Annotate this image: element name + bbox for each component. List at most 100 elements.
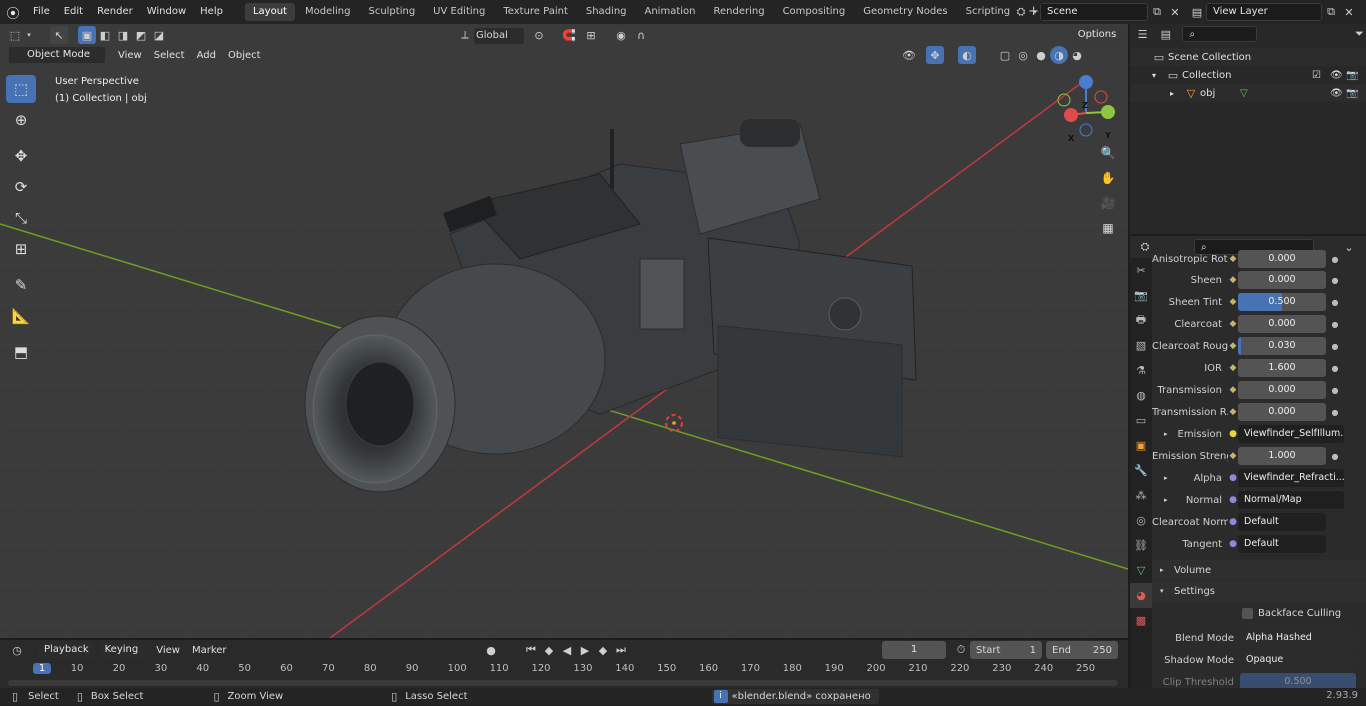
viewport-menu-view[interactable]: View	[112, 50, 148, 61]
tangent-field[interactable]: Default	[1238, 535, 1326, 553]
viewport-3d[interactable]: Z Y X ⬚ ▾ ↖ ▣ ◧ ◨ ◩ ◪ ⟂ Global ⊙ 🧲 ⊞ ◉ ∩…	[0, 24, 1128, 638]
scene-tab-icon[interactable]: ⚗	[1130, 358, 1152, 383]
transmission-roughness-field[interactable]: 0.000	[1238, 403, 1326, 421]
collection-tab-icon[interactable]: ▭	[1130, 408, 1152, 433]
prev-keyframe-icon[interactable]: ◆	[540, 641, 558, 659]
tab-rendering[interactable]: Rendering	[705, 3, 772, 21]
copy-scene-icon[interactable]: ⧉	[1148, 3, 1166, 21]
constraints-tab-icon[interactable]: ⛓	[1130, 533, 1152, 558]
value-socket-icon[interactable]: ●	[1228, 473, 1238, 483]
anisotropic-rotation-field[interactable]: 0.000	[1238, 250, 1326, 268]
current-frame-marker[interactable]: 1	[33, 663, 51, 674]
tab-sculpting[interactable]: Sculpting	[360, 3, 423, 21]
keyframe-dot-icon[interactable]: ◆	[1228, 319, 1238, 329]
measure-tool-icon[interactable]: 📐	[6, 302, 36, 330]
animate-dot-icon[interactable]: ●	[1326, 452, 1344, 461]
gizmo-toggle-icon[interactable]: ✥	[926, 46, 944, 64]
pivot-point-icon[interactable]: ⊙	[530, 26, 548, 44]
copy-view-layer-icon[interactable]: ⧉	[1322, 3, 1340, 21]
camera-icon[interactable]: 📷	[1346, 70, 1358, 81]
object-tab-icon[interactable]: ▣	[1130, 433, 1152, 458]
volume-panel-header[interactable]: ▸ Volume	[1152, 560, 1366, 580]
timeline-view-menu[interactable]: View	[150, 645, 186, 656]
select-box-tool-icon[interactable]: ⬚	[6, 75, 36, 103]
editor-type-icon[interactable]: ⬚	[6, 26, 24, 44]
eye-icon[interactable]: 👁	[1330, 70, 1343, 81]
viewport-menu-object[interactable]: Object	[222, 50, 267, 61]
scene-icon[interactable]: ⛭	[1012, 3, 1030, 21]
start-frame-field[interactable]: Start 1	[970, 641, 1042, 659]
timeline-scrollbar[interactable]	[8, 680, 1118, 686]
expand-arrow-icon[interactable]: ▾	[1152, 71, 1164, 80]
blender-logo-icon[interactable]: ⦿	[0, 3, 26, 22]
keyframe-dot-icon[interactable]: ◆	[1228, 363, 1238, 373]
sheen-field[interactable]: 0.000	[1238, 271, 1326, 289]
color-socket-icon[interactable]: ●	[1228, 429, 1238, 439]
material-shading-icon[interactable]: ◑	[1050, 46, 1068, 64]
record-icon[interactable]: ●	[482, 641, 500, 659]
frame-ruler[interactable]: 1 10 20 30 40 50 60 70 80 90 100 110 120 130 140 150 160…	[0, 662, 1128, 678]
viewport-menu-select[interactable]: Select	[148, 50, 191, 61]
animate-dot-icon[interactable]: ●	[1326, 386, 1344, 395]
modifier-tab-icon[interactable]: 🔧	[1130, 458, 1152, 483]
select-mode-new-icon[interactable]: ▣	[78, 26, 96, 44]
animate-dot-icon[interactable]: ●	[1326, 276, 1344, 285]
output-tab-icon[interactable]: 🖶	[1130, 308, 1152, 333]
keying-menu[interactable]: Keying	[98, 641, 145, 659]
tab-geometry-nodes[interactable]: Geometry Nodes	[855, 3, 955, 21]
expand-arrow-icon[interactable]: ▸	[1170, 89, 1182, 98]
outliner-row-collection[interactable]: ▾ ▭ Collection ☑ 👁 📷	[1130, 66, 1366, 84]
keyframe-dot-icon[interactable]: ◆	[1228, 254, 1238, 264]
mode-dropdown[interactable]: Object Mode	[8, 46, 106, 64]
outliner-row-obj[interactable]: ▸ ▽ obj ▽ 👁 📷	[1130, 84, 1366, 102]
cursor-tool-icon[interactable]: ⊕	[6, 106, 36, 134]
menu-render[interactable]: Render	[90, 0, 140, 24]
outliner-row-scene-collection[interactable]: ▭ Scene Collection	[1130, 48, 1366, 66]
clearcoat-field[interactable]: 0.000	[1238, 315, 1326, 333]
snap-icon[interactable]: 🧲	[560, 26, 578, 44]
xray-toggle-icon[interactable]: ▢	[996, 46, 1014, 64]
select-tool-icon[interactable]: ↖	[50, 26, 68, 44]
transmission-field[interactable]: 0.000	[1238, 381, 1326, 399]
animate-dot-icon[interactable]: ●	[1326, 408, 1344, 417]
move-tool-icon[interactable]: ✥	[6, 142, 36, 170]
select-mode-extend-icon[interactable]: ◧	[96, 26, 114, 44]
keyframe-dot-icon[interactable]: ◆	[1228, 297, 1238, 307]
annotate-tool-icon[interactable]: ✎	[6, 271, 36, 299]
pan-hand-icon[interactable]: ✋	[1097, 167, 1119, 189]
keyframe-dot-icon[interactable]: ◆	[1228, 407, 1238, 417]
keyframe-dot-icon[interactable]: ◆	[1228, 341, 1238, 351]
select-mode-subtract-icon[interactable]: ◨	[114, 26, 132, 44]
normal-link-field[interactable]: Normal/Map	[1238, 491, 1344, 509]
vector-socket-icon[interactable]: ●	[1228, 517, 1238, 527]
play-reverse-icon[interactable]: ◀	[558, 641, 576, 659]
add-cube-tool-icon[interactable]: ⬒	[6, 338, 36, 366]
perspective-toggle-icon[interactable]: ▦	[1097, 217, 1119, 239]
material-tab-icon[interactable]: ◕	[1130, 583, 1152, 608]
camera-view-icon[interactable]: 🎥	[1097, 192, 1119, 214]
checkbox-icon[interactable]: ☑	[1312, 70, 1321, 81]
viewport-menu-add[interactable]: Add	[191, 50, 222, 61]
ior-field[interactable]: 1.600	[1238, 359, 1326, 377]
solid-shading-icon[interactable]: ●	[1032, 46, 1050, 64]
view-layer-field[interactable]: View Layer	[1206, 3, 1322, 21]
blend-mode-dropdown[interactable]: Alpha Hashed	[1240, 629, 1356, 647]
vector-socket-icon[interactable]: ●	[1228, 495, 1238, 505]
mesh-data-icon[interactable]: ▽	[1240, 88, 1248, 99]
display-mode-icon[interactable]: ▤	[1159, 25, 1172, 43]
tab-shading[interactable]: Shading	[578, 3, 635, 21]
shadow-mode-dropdown[interactable]: Opaque	[1240, 651, 1356, 669]
rendered-shading-icon[interactable]: ◕	[1068, 46, 1086, 64]
alpha-link-field[interactable]: Viewfinder_Refracti...	[1238, 469, 1344, 487]
texture-tab-icon[interactable]: ▩	[1130, 608, 1152, 633]
transform-tool-icon[interactable]: ⊞	[6, 235, 36, 263]
snap-target-icon[interactable]: ⊞	[582, 26, 600, 44]
overlays-toggle-icon[interactable]: ◐	[958, 46, 976, 64]
jump-start-icon[interactable]: ⏮	[522, 641, 540, 659]
wireframe-shading-icon[interactable]: ◎	[1014, 46, 1032, 64]
zoom-icon[interactable]: 🔍	[1097, 142, 1119, 164]
data-tab-icon[interactable]: ▽	[1130, 558, 1152, 583]
keyframe-dot-icon[interactable]: ◆	[1228, 385, 1238, 395]
keyframe-dot-icon[interactable]: ◆	[1228, 275, 1238, 285]
options-button[interactable]: Options	[1070, 26, 1124, 44]
